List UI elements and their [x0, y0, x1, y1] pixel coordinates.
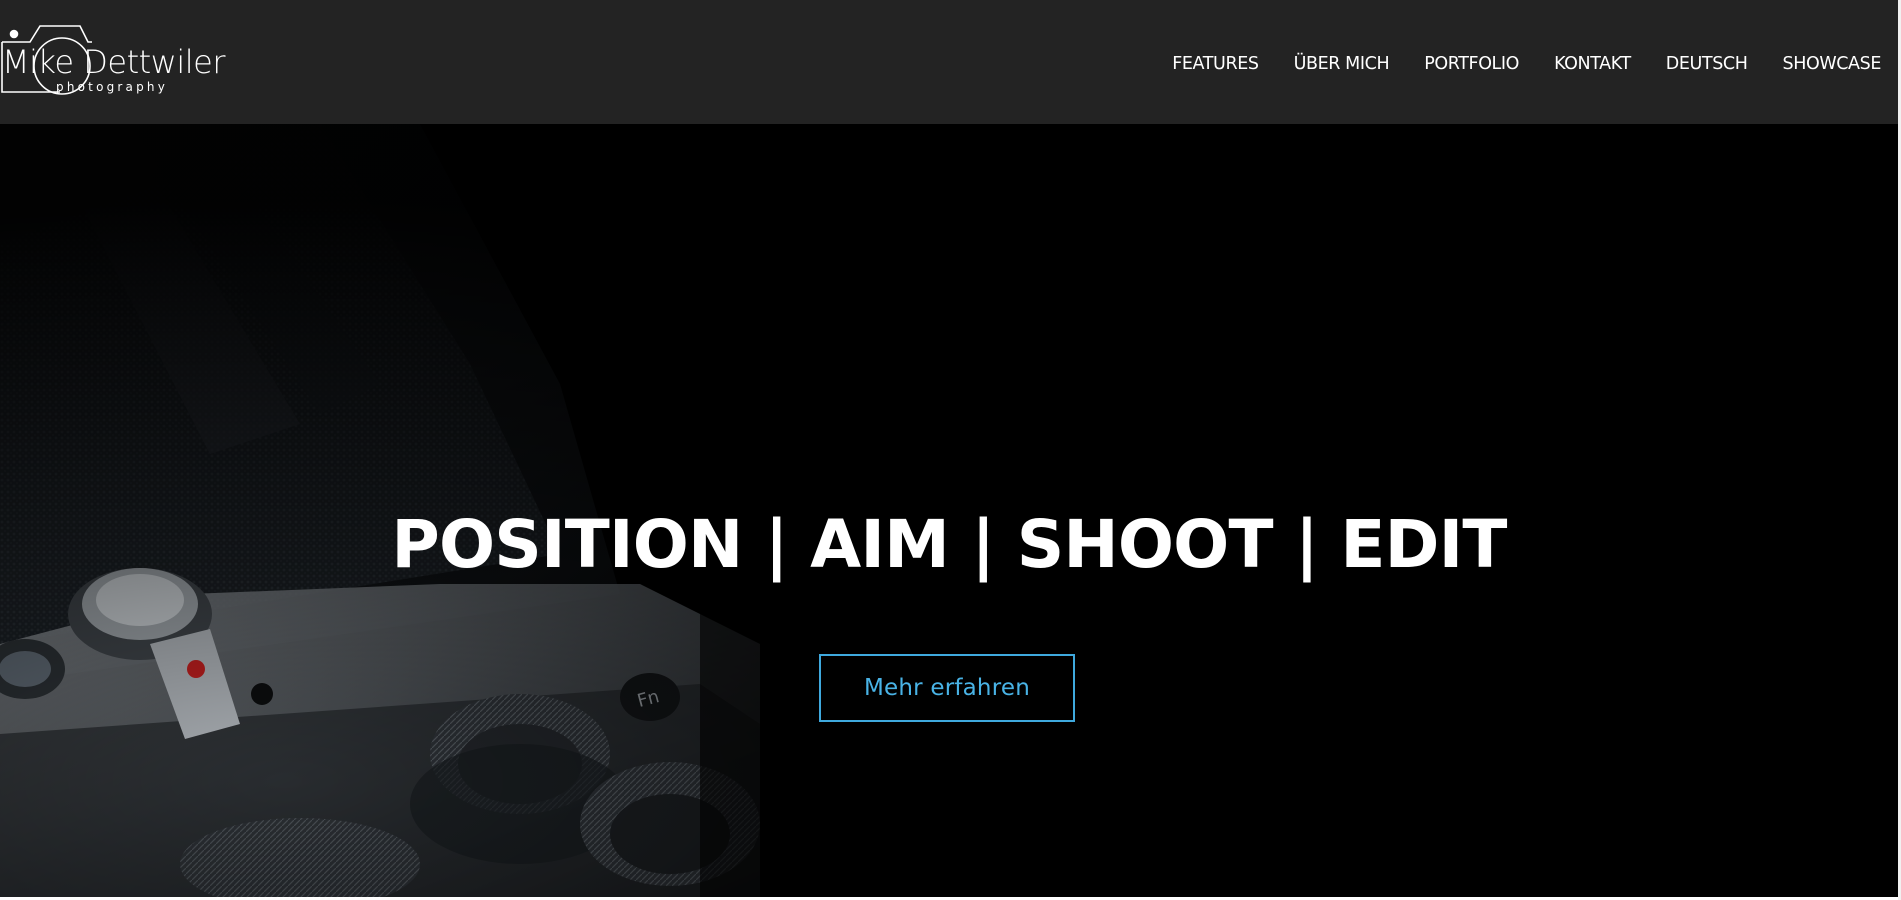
nav-item-language: DEUTSCH	[1631, 52, 1748, 76]
nav-item-about: ÜBER MICH	[1259, 52, 1390, 76]
nav-link-showcase[interactable]: SHOWCASE	[1747, 52, 1881, 76]
hero-headline: POSITION | AIM | SHOOT | EDIT	[391, 506, 1507, 583]
brand-logo[interactable]: Mike Dettwiler photography	[0, 22, 225, 102]
nav-link-about[interactable]: ÜBER MICH	[1259, 52, 1390, 76]
hero-section: Fn POSITION | AIM | SHOOT | EDIT Mehr er…	[0, 124, 1898, 897]
page: Mike Dettwiler photography FEATURES ÜBER…	[0, 0, 1901, 900]
brand-tagline: photography	[56, 80, 169, 94]
top-navbar: Mike Dettwiler photography FEATURES ÜBER…	[0, 0, 1898, 124]
nav-link-contact[interactable]: KONTAKT	[1519, 52, 1631, 76]
nav-link-portfolio[interactable]: PORTFOLIO	[1389, 52, 1519, 76]
nav-item-portfolio: PORTFOLIO	[1389, 52, 1519, 76]
learn-more-button[interactable]: Mehr erfahren	[819, 654, 1075, 722]
nav-item-showcase: SHOWCASE	[1747, 52, 1881, 76]
nav-item-contact: KONTAKT	[1519, 52, 1631, 76]
brand-name: Mike Dettwiler	[2, 43, 225, 81]
nav-item-features: FEATURES	[1137, 52, 1259, 76]
nav-link-features[interactable]: FEATURES	[1137, 52, 1259, 76]
nav-list: FEATURES ÜBER MICH PORTFOLIO KONTAKT DEU…	[1137, 52, 1881, 76]
nav-link-language[interactable]: DEUTSCH	[1631, 52, 1748, 76]
